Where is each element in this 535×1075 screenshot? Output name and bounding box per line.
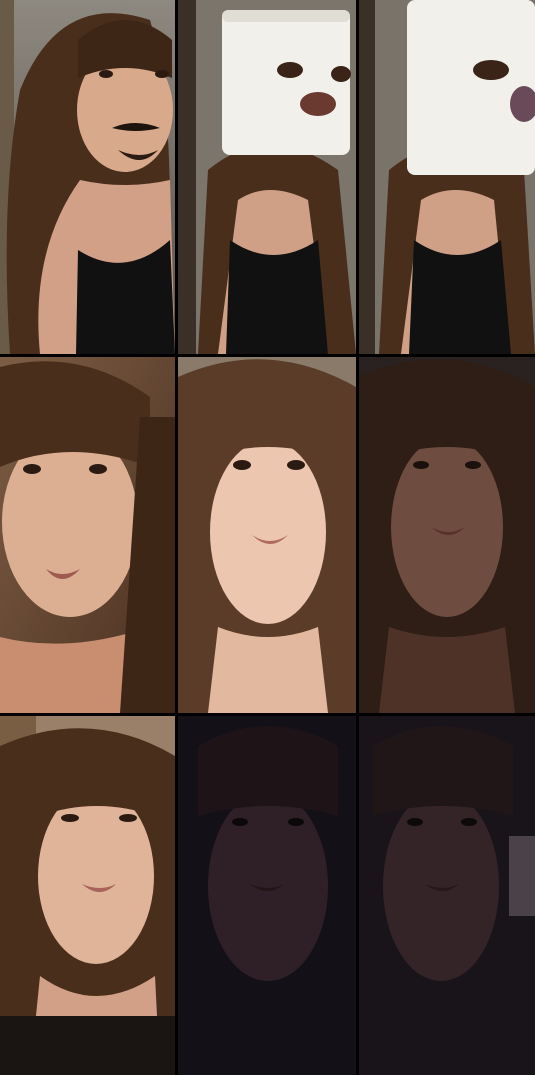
collage-tile-8 — [178, 716, 356, 1075]
photo-collage — [0, 0, 535, 1075]
selfie-closeup-photo — [359, 357, 535, 713]
selfie-mustache-photo — [0, 0, 175, 354]
collage-tile-6 — [359, 357, 535, 713]
collage-tile-9 — [359, 716, 535, 1075]
selfie-closeup-photo — [0, 357, 175, 713]
selfie-closeup-photo — [0, 716, 175, 1075]
toilet-paper-filter-photo — [359, 0, 535, 354]
collage-tile-7 — [0, 716, 175, 1075]
toilet-paper-filter-photo — [178, 0, 356, 354]
selfie-closeup-photo — [178, 357, 356, 713]
collage-tile-1 — [0, 0, 175, 354]
collage-tile-4 — [0, 357, 175, 713]
collage-tile-3 — [359, 0, 535, 354]
selfie-closeup-photo — [359, 716, 535, 1075]
collage-tile-5 — [178, 357, 356, 713]
collage-tile-2 — [178, 0, 356, 354]
selfie-closeup-photo — [178, 716, 356, 1075]
